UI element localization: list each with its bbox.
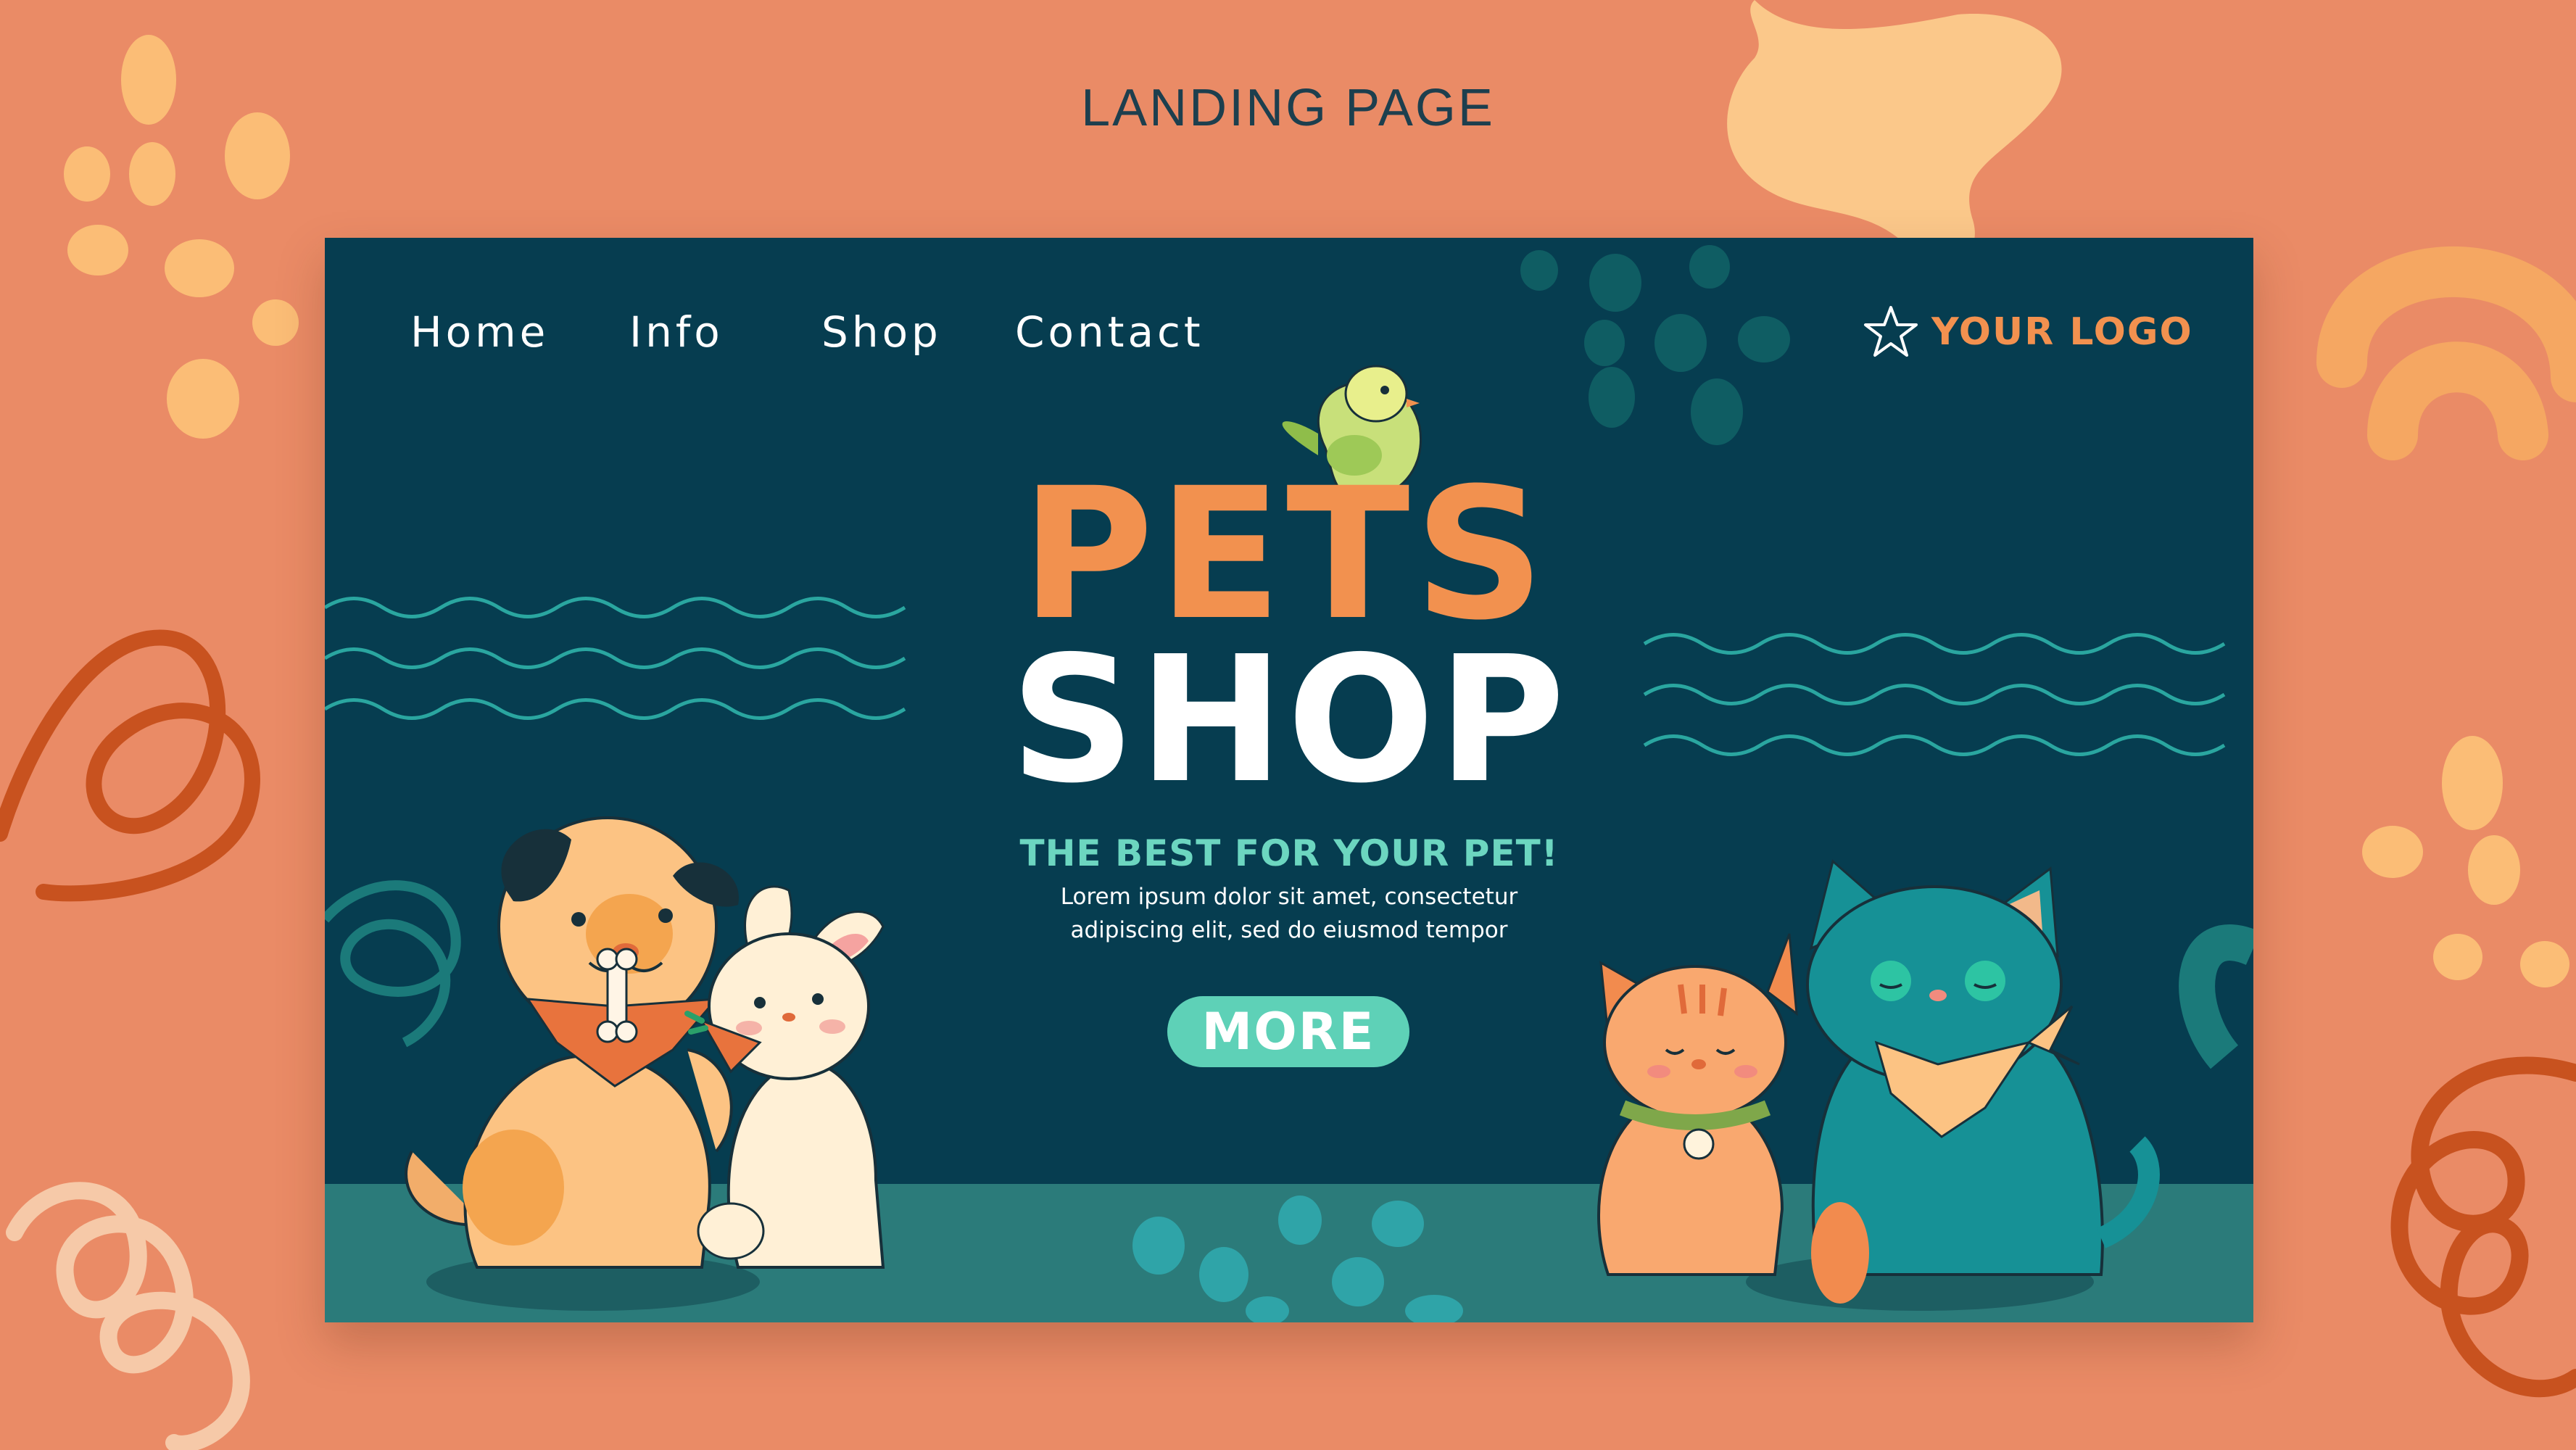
hero-tagline: THE BEST FOR YOUR PET! — [1019, 832, 1559, 874]
hero-title-line-2: SHOP — [1010, 618, 1568, 821]
dog-illustration — [405, 816, 739, 1269]
nav-shop[interactable]: Shop — [821, 307, 942, 357]
nav-info[interactable]: Info — [629, 307, 724, 357]
hero-body-text: Lorem ipsum dolor sit amet, consectetur … — [1021, 880, 1557, 947]
squiggle-left — [0, 629, 260, 902]
loops-bottom-left — [6, 1182, 250, 1450]
paw-dots-right — [2362, 736, 2569, 987]
waves-left — [325, 597, 906, 720]
nav-home[interactable]: Home — [410, 307, 549, 357]
more-button[interactable]: MORE — [1167, 996, 1409, 1067]
waves-right — [1643, 633, 2226, 756]
swirl-left — [325, 880, 461, 1048]
logo[interactable]: YOUR LOGO — [1862, 303, 2193, 361]
page-title: LANDING PAGE — [1081, 79, 1495, 137]
hero-body-line-2: adipiscing elit, sed do eiusmod tempor — [1070, 917, 1508, 943]
paw-print-top — [1520, 245, 1790, 445]
logo-text: YOUR LOGO — [1931, 310, 2193, 354]
teal-cat-illustration — [1806, 859, 2160, 1304]
teal-shape-right — [2179, 924, 2253, 1069]
nav-contact[interactable]: Contact — [1015, 307, 1204, 357]
star-icon — [1864, 306, 1918, 357]
squiggle-bottom-right — [2390, 1056, 2576, 1398]
orange-cat-illustration — [1597, 933, 1798, 1276]
landing-page-panel: Home Info Shop Contact YOUR LOGO PETS SH… — [325, 238, 2253, 1322]
hero-body-line-1: Lorem ipsum dolor sit amet, consectetur — [1060, 884, 1518, 910]
arch-right — [2316, 246, 2576, 460]
